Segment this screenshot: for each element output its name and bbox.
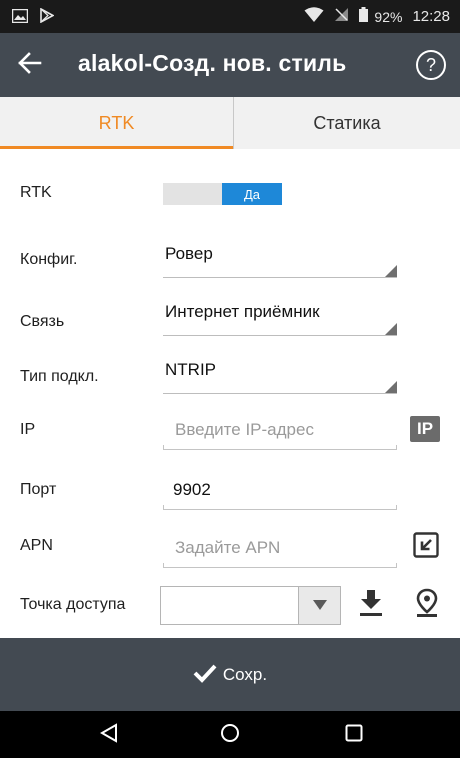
no-signal-icon [334, 7, 349, 26]
nav-home-button[interactable] [210, 719, 250, 751]
clock: 12:28 [412, 8, 450, 25]
save-button[interactable]: Сохр. [0, 638, 460, 711]
checkmark-icon [193, 663, 217, 687]
nav-home-icon [220, 723, 240, 747]
toggle-off-segment [163, 183, 222, 205]
nav-recents-icon [345, 724, 363, 746]
config-value: Ровер [165, 244, 213, 263]
ip-button[interactable]: IP [410, 416, 440, 442]
ip-input[interactable] [163, 412, 397, 448]
tab-bar: RTK Статика [0, 97, 460, 149]
port-label: Порт [20, 481, 57, 498]
access-point-label: Точка доступа [20, 596, 126, 613]
conn-type-label: Тип подкл. [20, 368, 99, 385]
tab-static[interactable]: Статика [234, 97, 460, 149]
status-bar: 92% 12:28 [0, 0, 460, 33]
wifi-icon [304, 6, 324, 27]
navigation-bar [0, 711, 460, 758]
conn-type-value: NTRIP [165, 360, 216, 379]
open-external-icon [413, 532, 439, 562]
select-arrow [298, 587, 340, 624]
download-icon [358, 588, 384, 622]
help-button[interactable]: ? [416, 50, 446, 80]
link-dropdown[interactable]: Интернет приёмник [163, 296, 397, 336]
tab-rtk[interactable]: RTK [0, 97, 234, 149]
access-point-select[interactable] [160, 586, 341, 625]
ip-icon: IP [416, 419, 434, 438]
port-input[interactable] [163, 472, 397, 508]
dropdown-corner-icon [385, 381, 397, 393]
nav-back-icon [99, 723, 118, 747]
ip-label: IP [20, 421, 36, 438]
toggle-on-segment: Да [222, 183, 282, 205]
config-label: Конфиг. [20, 251, 78, 268]
dropdown-corner-icon [385, 265, 397, 277]
play-store-notification-icon [40, 7, 55, 27]
dropdown-corner-icon [385, 323, 397, 335]
rtk-label: RTK [20, 184, 52, 201]
battery-percent: 92% [374, 8, 403, 25]
nav-back-button[interactable] [89, 719, 129, 751]
conn-type-dropdown[interactable]: NTRIP [163, 354, 397, 394]
ip-field [163, 412, 397, 450]
back-arrow-icon [18, 52, 42, 78]
title-bar: alakol-Созд. нов. стиль ? [0, 33, 460, 97]
config-dropdown[interactable]: Ровер [163, 238, 397, 278]
location-button[interactable] [412, 588, 442, 622]
apn-input[interactable] [163, 530, 397, 566]
gallery-notification-icon [11, 8, 29, 27]
caret-down-icon [312, 596, 328, 615]
apn-field [163, 530, 397, 568]
location-pin-icon [415, 588, 439, 622]
save-label: Сохр. [222, 664, 268, 684]
rtk-toggle[interactable]: Да [163, 183, 282, 205]
download-button[interactable] [356, 588, 386, 622]
help-icon: ? [425, 54, 436, 75]
apn-open-button[interactable] [412, 532, 440, 562]
link-value: Интернет приёмник [165, 302, 320, 321]
link-label: Связь [20, 313, 65, 330]
battery-icon [359, 7, 369, 26]
port-field [163, 472, 397, 510]
page-title: alakol-Созд. нов. стиль [78, 50, 347, 76]
apn-label: APN [20, 537, 53, 554]
nav-recents-button[interactable] [334, 719, 374, 751]
back-button[interactable] [10, 45, 50, 85]
